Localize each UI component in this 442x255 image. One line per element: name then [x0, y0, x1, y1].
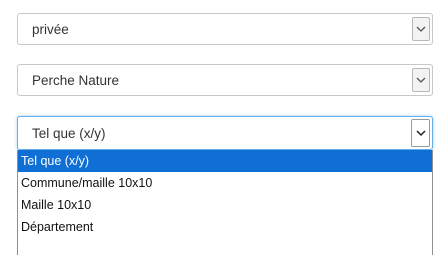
- precision-select[interactable]: Tel que (x/y): [17, 116, 433, 150]
- precision-select-value: Tel que (x/y): [32, 125, 106, 141]
- dropdown-option-tel-que[interactable]: Tel que (x/y): [18, 150, 432, 172]
- chevron-down-icon[interactable]: [411, 119, 430, 147]
- visibility-select[interactable]: privée: [17, 13, 433, 45]
- chevron-down-icon[interactable]: [412, 68, 430, 92]
- organization-select-value: Perche Nature: [32, 72, 120, 88]
- organization-select[interactable]: Perche Nature: [17, 64, 433, 96]
- dropdown-option-commune-maille[interactable]: Commune/maille 10x10: [18, 172, 432, 194]
- dropdown-option-maille[interactable]: Maille 10x10: [18, 194, 432, 216]
- precision-dropdown-list: Tel que (x/y) Commune/maille 10x10 Maill…: [17, 150, 433, 255]
- visibility-select-value: privée: [32, 21, 69, 37]
- dropdown-option-departement[interactable]: Département: [18, 216, 432, 238]
- chevron-down-icon[interactable]: [412, 17, 430, 41]
